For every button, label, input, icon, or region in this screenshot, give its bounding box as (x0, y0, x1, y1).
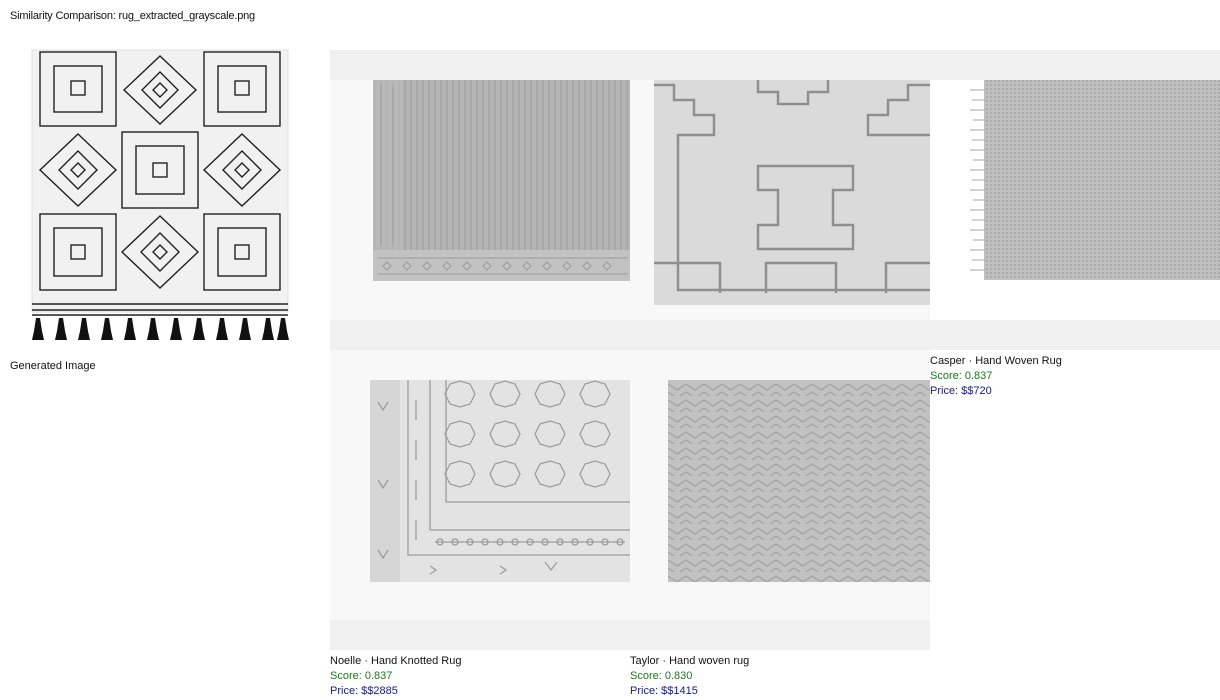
result-info-noelle: Noelle · Hand Knotted Rug Score: 0.837 P… (330, 654, 461, 699)
result-price: Price: $$2885 (330, 685, 398, 697)
results-row-1-top-band (330, 50, 1220, 80)
results-row-1-bottom-band (330, 320, 1220, 350)
results-row-2-bottom-band (330, 620, 930, 650)
result-name: Noelle · Hand Knotted Rug (330, 655, 462, 667)
page-title: Similarity Comparison: rug_extracted_gra… (10, 10, 255, 22)
result-price: Price: $$1415 (630, 685, 698, 697)
result-info-casper: Casper · Hand Woven Rug Score: 0.837 Pri… (930, 354, 1062, 399)
result-thumbnail-5[interactable] (668, 380, 930, 582)
result-thumbnail-2[interactable] (654, 80, 930, 305)
generated-image-caption: Generated Image (10, 360, 96, 372)
result-name: Taylor · Hand woven rug (630, 655, 750, 667)
result-thumbnail-3[interactable] (970, 80, 1220, 280)
result-name: Casper · Hand Woven Rug (930, 355, 1062, 367)
result-score: Score: 0.830 (630, 670, 693, 682)
result-thumbnail-1[interactable] (373, 80, 630, 281)
generated-rug-image (31, 49, 289, 340)
result-price: Price: $$720 (930, 385, 992, 397)
result-score: Score: 0.837 (330, 670, 393, 682)
result-thumbnail-4[interactable] (370, 380, 630, 582)
result-info-taylor: Taylor · Hand woven rug Score: 0.830 Pri… (630, 654, 749, 699)
result-score: Score: 0.837 (930, 370, 993, 382)
